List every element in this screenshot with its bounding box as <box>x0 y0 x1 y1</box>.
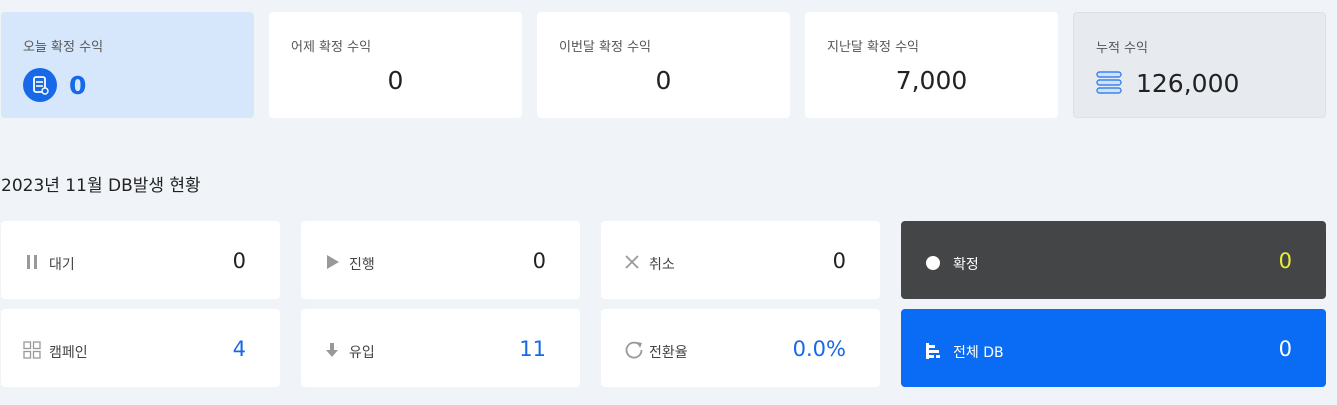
this-month-earnings-card: 이번달 확정 수익 0 <box>537 12 790 118</box>
campaign-value: 4 <box>232 337 246 361</box>
confirmed-value: 0 <box>1278 249 1292 273</box>
all-db-label: 전체 DB <box>953 345 1004 361</box>
yesterday-earnings-label: 어제 확정 수익 <box>291 40 372 55</box>
conversion-card[interactable]: 전환율 0.0% <box>601 309 880 387</box>
refresh-icon <box>624 340 644 360</box>
today-earnings-value: 0 <box>69 71 87 100</box>
list-icon <box>925 342 943 360</box>
cancel-label: 취소 <box>649 257 675 273</box>
progress-card[interactable]: 진행 0 <box>301 221 580 299</box>
campaign-label: 캠페인 <box>49 345 88 361</box>
last-month-earnings-label: 지난달 확정 수익 <box>827 40 919 55</box>
campaign-card[interactable]: 캠페인 4 <box>1 309 280 387</box>
dot-icon <box>925 255 943 273</box>
total-earnings-label: 누적 수익 <box>1096 41 1148 56</box>
database-icon <box>23 68 57 102</box>
waiting-label: 대기 <box>49 257 75 273</box>
confirmed-label: 확정 <box>953 257 979 273</box>
inflow-label: 유입 <box>349 345 375 361</box>
waiting-card[interactable]: 대기 0 <box>1 221 280 299</box>
progress-label: 진행 <box>349 257 375 273</box>
yesterday-earnings-value: 0 <box>387 66 404 95</box>
all-db-value: 0 <box>1278 337 1292 361</box>
confirmed-card[interactable]: 확정 0 <box>901 221 1326 299</box>
inflow-value: 11 <box>519 337 546 361</box>
this-month-earnings-value: 0 <box>655 66 672 95</box>
all-db-card[interactable]: 전체 DB 0 <box>901 309 1326 387</box>
progress-value: 0 <box>532 249 546 273</box>
today-earnings-card: 오늘 확정 수익 0 <box>1 12 254 118</box>
arrow-down-icon <box>323 341 341 359</box>
conversion-label: 전환율 <box>649 345 688 361</box>
grid-icon <box>23 341 41 359</box>
this-month-earnings-label: 이번달 확정 수익 <box>559 40 651 55</box>
close-icon <box>623 253 641 271</box>
pause-icon <box>23 253 41 271</box>
today-earnings-label: 오늘 확정 수익 <box>23 40 104 55</box>
total-earnings-card: 누적 수익 126,000 <box>1073 12 1326 118</box>
total-earnings-value: 126,000 <box>1136 69 1240 98</box>
stack-icon <box>1096 71 1124 99</box>
conversion-value: 0.0% <box>792 337 846 361</box>
section-title: 2023년 11월 DB발생 현황 <box>1 176 201 196</box>
inflow-card[interactable]: 유입 11 <box>301 309 580 387</box>
last-month-earnings-value: 7,000 <box>895 66 968 95</box>
cancel-value: 0 <box>832 249 846 273</box>
last-month-earnings-card: 지난달 확정 수익 7,000 <box>805 12 1058 118</box>
play-icon <box>323 253 341 271</box>
waiting-value: 0 <box>232 249 246 273</box>
cancel-card[interactable]: 취소 0 <box>601 221 880 299</box>
yesterday-earnings-card: 어제 확정 수익 0 <box>269 12 522 118</box>
